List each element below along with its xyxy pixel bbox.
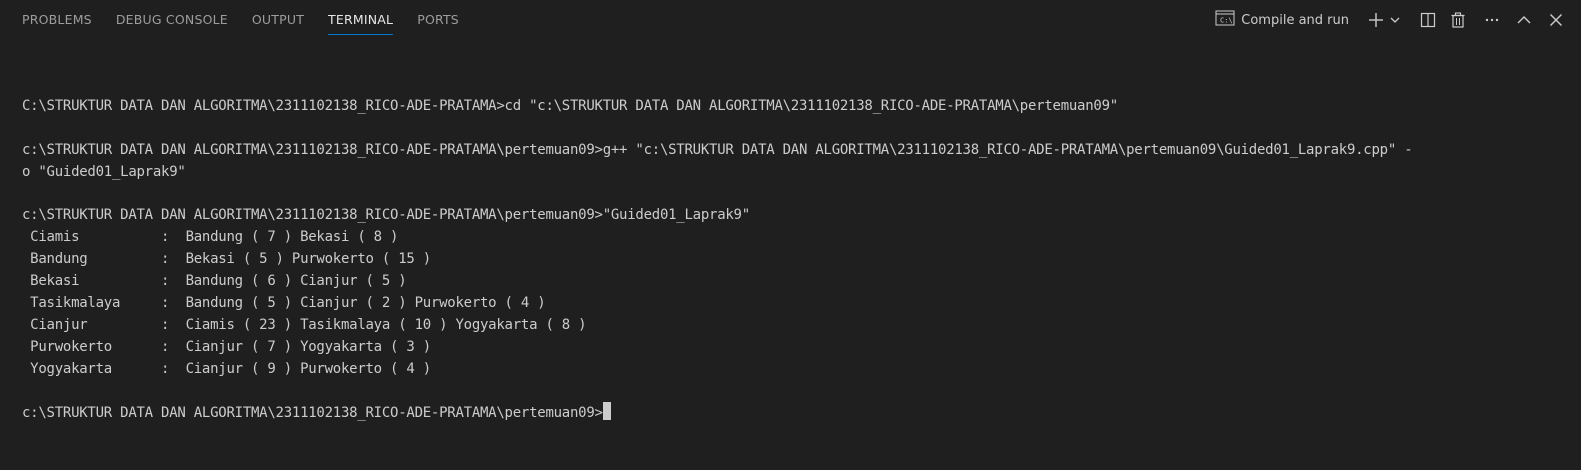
terminal-line: Cianjur : Ciamis ( 23 ) Tasikmalaya ( 10… bbox=[22, 316, 587, 333]
more-icon[interactable] bbox=[1481, 9, 1503, 31]
maximize-icon[interactable] bbox=[1513, 9, 1535, 31]
terminal-line: Bandung : Bekasi ( 5 ) Purwokerto ( 15 ) bbox=[22, 251, 431, 268]
panel-tabs: PROBLEMS DEBUG CONSOLE OUTPUT TERMINAL P… bbox=[10, 0, 471, 40]
svg-text:C:\: C:\ bbox=[1220, 17, 1233, 25]
terminal-line: Yogyakarta : Cianjur ( 9 ) Purwokerto ( … bbox=[22, 360, 431, 377]
chevron-down-icon[interactable] bbox=[1387, 9, 1403, 31]
close-icon[interactable] bbox=[1545, 9, 1567, 31]
plus-icon[interactable] bbox=[1365, 9, 1387, 31]
tab-terminal[interactable]: TERMINAL bbox=[316, 0, 405, 36]
launch-profile-button[interactable]: C:\ Compile and run bbox=[1215, 10, 1349, 30]
terminal-prompt-line[interactable]: c:\STRUKTUR DATA DAN ALGORITMA\231110213… bbox=[22, 402, 1562, 424]
terminal-line: C:\STRUKTUR DATA DAN ALGORITMA\231110213… bbox=[22, 97, 1118, 114]
terminal-prompt: c:\STRUKTUR DATA DAN ALGORITMA\231110213… bbox=[22, 405, 603, 422]
launch-profile-label: Compile and run bbox=[1241, 12, 1349, 28]
panel-header: PROBLEMS DEBUG CONSOLE OUTPUT TERMINAL P… bbox=[0, 0, 1581, 40]
terminal-line: Ciamis : Bandung ( 7 ) Bekasi ( 8 ) bbox=[22, 229, 399, 246]
tab-problems[interactable]: PROBLEMS bbox=[10, 0, 104, 36]
terminal-cursor bbox=[602, 402, 611, 421]
tab-debug-console[interactable]: DEBUG CONSOLE bbox=[104, 0, 240, 36]
split-icon[interactable] bbox=[1417, 9, 1439, 31]
terminal-line: Purwokerto : Cianjur ( 7 ) Yogyakarta ( … bbox=[22, 338, 431, 355]
terminal-line: o "Guided01_Laprak9" bbox=[22, 163, 186, 180]
terminal-output[interactable]: C:\STRUKTUR DATA DAN ALGORITMA\231110213… bbox=[22, 74, 1562, 424]
tab-ports[interactable]: PORTS bbox=[405, 0, 471, 36]
terminal-line: Bekasi : Bandung ( 6 ) Cianjur ( 5 ) bbox=[22, 273, 407, 290]
terminal-line: Tasikmalaya : Bandung ( 5 ) Cianjur ( 2 … bbox=[22, 294, 546, 311]
terminal-line: c:\STRUKTUR DATA DAN ALGORITMA\231110213… bbox=[22, 207, 750, 224]
tab-output[interactable]: OUTPUT bbox=[240, 0, 316, 36]
terminal-line: c:\STRUKTUR DATA DAN ALGORITMA\231110213… bbox=[22, 141, 1413, 158]
trash-icon[interactable] bbox=[1447, 9, 1469, 31]
panel-actions: C:\ Compile and run bbox=[1215, 0, 1567, 40]
terminal-icon: C:\ bbox=[1215, 10, 1235, 30]
